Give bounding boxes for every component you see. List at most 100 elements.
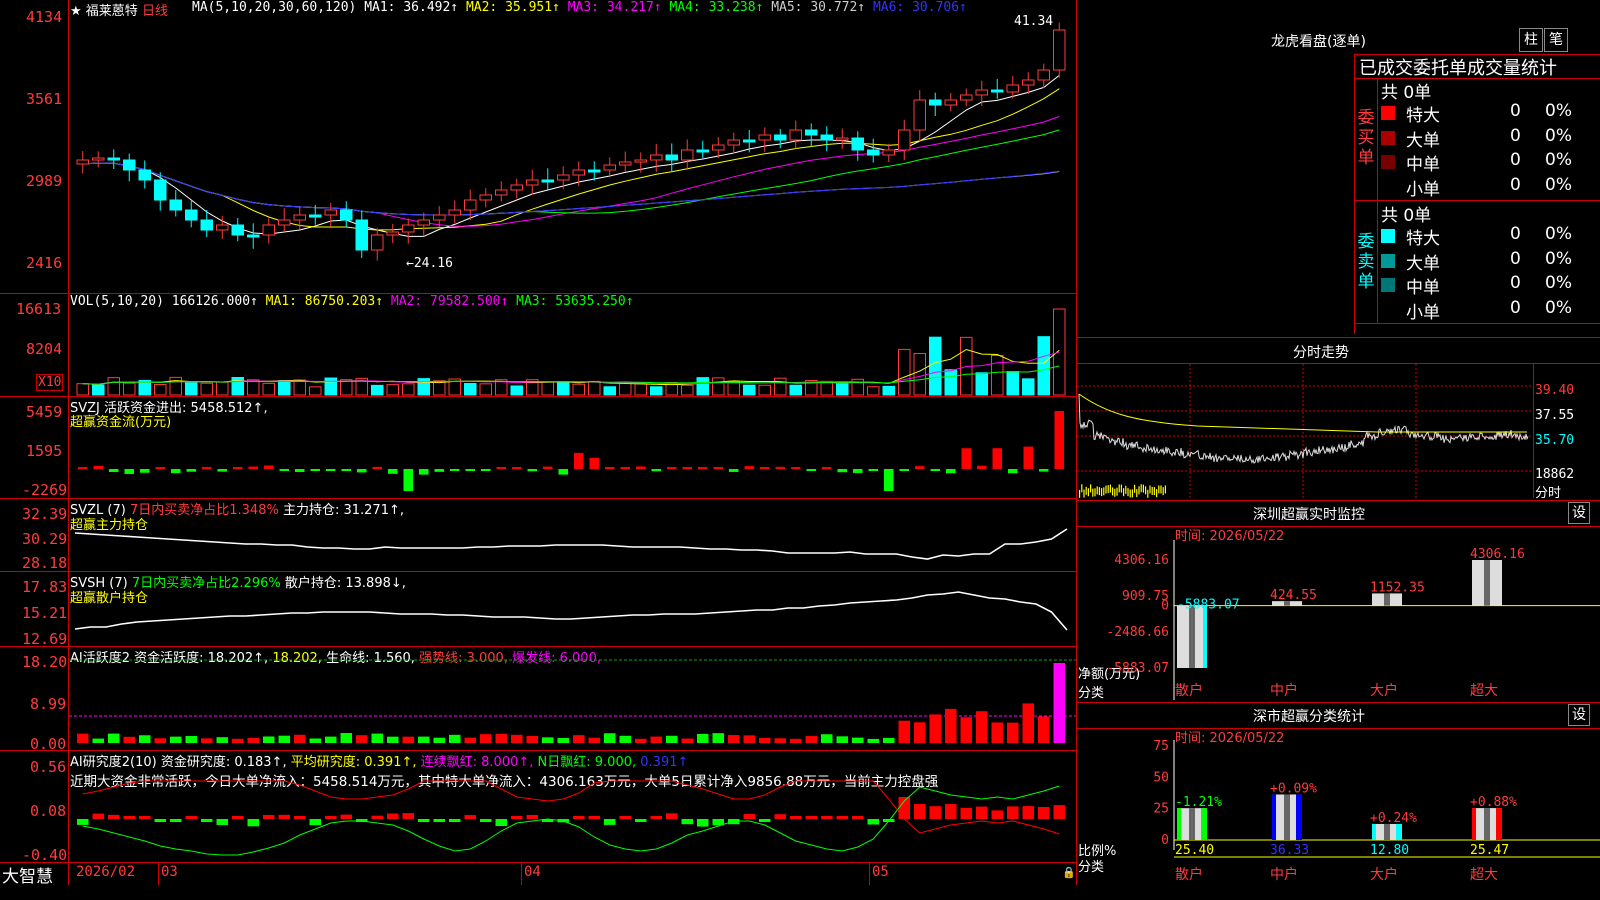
lock-icon[interactable]: 🔒 <box>1062 866 1076 879</box>
order-size-count: 0 <box>1510 150 1521 170</box>
order-size-row: 中单 0 0% <box>1381 273 1600 298</box>
date-label: 05 <box>872 864 889 880</box>
price-axis-label: 2416 <box>26 254 63 272</box>
candle-body <box>758 134 771 141</box>
activity-bar <box>1053 663 1065 743</box>
volume-bar <box>324 377 337 396</box>
activity-bar <box>464 737 476 743</box>
fund-flow-bar <box>822 467 832 469</box>
activity-bar <box>588 737 600 743</box>
volume-bar <box>836 383 849 396</box>
candle-body <box>417 219 430 226</box>
volume-bar <box>712 377 725 396</box>
legend-swatch <box>1381 130 1395 145</box>
volume-bar <box>169 376 182 396</box>
svzl-axis-label: 30.29 <box>22 530 68 548</box>
candle-body <box>169 199 182 211</box>
activity-bar <box>929 714 941 743</box>
monitor-bar-stripe <box>1189 605 1195 668</box>
candle-body <box>464 199 477 211</box>
activity-bar <box>340 733 352 743</box>
research-bar <box>604 819 616 825</box>
candle-body <box>727 139 740 146</box>
monitor-axis-label: 4306.16 <box>1114 553 1169 568</box>
candle-body <box>789 129 802 141</box>
fund-flow-bar <box>388 469 398 474</box>
activity-bar <box>387 736 399 743</box>
fund-flow-bar <box>450 469 460 471</box>
candle-body <box>200 219 213 231</box>
svsh-axis-label: 15.21 <box>22 604 68 622</box>
volume-ma-line <box>82 348 1060 386</box>
monitor-bar-value: 4306.16 <box>1470 547 1525 562</box>
research-bar <box>681 819 693 825</box>
intraday-volume <box>1114 488 1116 497</box>
fund-flow-bar <box>636 466 646 469</box>
fund-flow-bar <box>326 469 336 471</box>
candle-body <box>216 224 229 231</box>
ai-research-chart[interactable] <box>69 751 1076 862</box>
volume-bar <box>464 383 477 396</box>
classify-axis-label: 0 <box>1161 833 1169 848</box>
fund-flow-bar <box>264 465 274 469</box>
volume-bar <box>340 379 353 396</box>
intraday-title: 分时走势 <box>1293 345 1349 361</box>
legend-swatch <box>1381 155 1395 169</box>
fund-flow-bar <box>853 469 863 473</box>
monitor-settings-button[interactable]: 设 <box>1568 502 1590 524</box>
volume-bar <box>634 383 647 396</box>
svzl-chart[interactable] <box>69 499 1076 571</box>
order-size-row: 中单 0 0% <box>1381 150 1600 175</box>
candle-body <box>898 129 911 151</box>
intraday-chart[interactable] <box>1077 364 1533 498</box>
classify-settings-button[interactable]: 设 <box>1568 704 1590 726</box>
classify-bar-edge <box>1372 823 1376 840</box>
svsh-chart[interactable] <box>69 572 1076 646</box>
fund-flow-bar <box>527 469 537 472</box>
research-bar <box>929 806 941 819</box>
candle-body <box>495 189 508 196</box>
tab-tick[interactable]: 笔 <box>1544 28 1568 52</box>
classify-category-label: 超大 <box>1470 867 1498 883</box>
research-bar <box>619 816 631 819</box>
volume-bar <box>371 384 384 396</box>
order-size-name: 中单 <box>1406 155 1440 175</box>
fund-flow-bar <box>481 469 491 471</box>
fund-flow-bar <box>682 467 692 469</box>
candle-body <box>278 219 291 226</box>
monitor-bar <box>1177 605 1207 668</box>
order-size-row: 大单 0 0% <box>1381 249 1600 274</box>
research-bar <box>247 819 259 827</box>
tab-bar-chart[interactable]: 柱 <box>1519 28 1543 52</box>
main-chart-area[interactable]: 4134 3561 2989 2416 ★ 福莱蒽特 日线 MA(5,10,20… <box>0 0 1077 887</box>
research-bar <box>898 797 910 819</box>
fund-flow-bar <box>202 466 212 469</box>
intraday-volume <box>1079 489 1081 498</box>
candle-body <box>402 224 415 233</box>
candle-body <box>340 209 353 221</box>
monitor-bar-edge <box>1203 605 1207 668</box>
fund-flow-bar <box>93 465 103 469</box>
intraday-volume <box>1096 486 1098 495</box>
candle-body <box>231 224 244 236</box>
activity-bar <box>573 735 585 743</box>
intraday-axis-label: 39.40 <box>1535 383 1575 398</box>
svzj-chart[interactable] <box>69 397 1076 498</box>
order-size-pct: 0% <box>1545 101 1572 121</box>
volume-chart[interactable] <box>69 297 1076 396</box>
classify-axis-label: 75 <box>1153 740 1169 754</box>
intraday-volume <box>1087 488 1089 497</box>
classify-bar-edge <box>1177 808 1181 840</box>
monitor-bar-chart[interactable]: 4306.16909.750-2486.66-5883.07-5883.07散户… <box>1077 540 1600 700</box>
ai-activity-chart[interactable] <box>69 647 1076 750</box>
research-bar <box>526 815 538 819</box>
activity-bar <box>92 738 104 743</box>
activity-bar <box>263 736 275 743</box>
classify-bar-chart[interactable]: 75 50 25 0 -1.21% 25.40 散户 +0.09% 36.33 中户 +0.24% 1… <box>1077 740 1600 885</box>
fund-flow-bar <box>1039 469 1049 472</box>
brand-logo: 大智慧 <box>2 867 53 887</box>
candlestick-chart[interactable] <box>69 10 1076 293</box>
buy-total: 共 0单 <box>1381 83 1432 103</box>
fund-flow-bar <box>279 469 289 471</box>
candle-body <box>510 184 523 191</box>
